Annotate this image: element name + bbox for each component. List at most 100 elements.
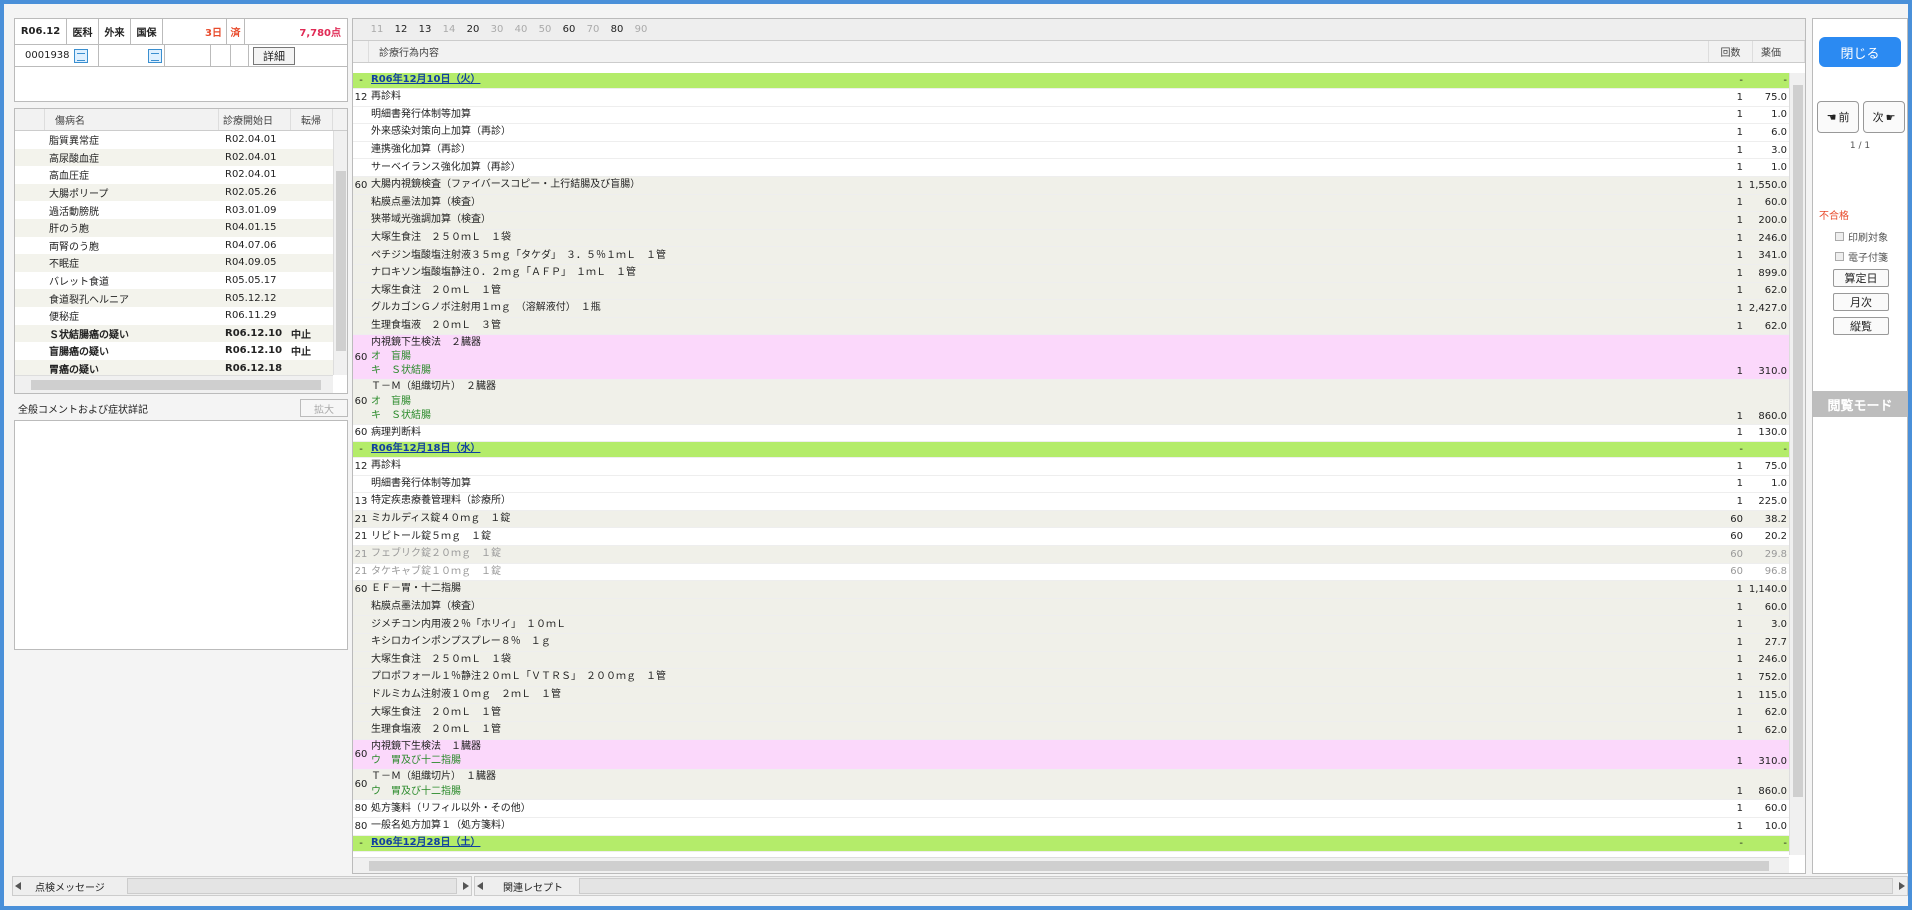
category-filter-12[interactable]: 12 (389, 24, 413, 35)
calc-date-button[interactable]: 算定日 (1833, 269, 1889, 287)
content-row[interactable]: ペチジン塩酸塩注射液３５ｍｇ「タケダ」 ３．５％１ｍＬ １管 1 341.0 (353, 247, 1789, 265)
content-row[interactable]: 大塚生食注 ２５０ｍＬ １袋 1 246.0 (353, 651, 1789, 670)
prev-button[interactable]: ☚ 前 (1817, 101, 1859, 133)
content-row[interactable]: ドルミカム注射液１０ｍｇ ２ｍＬ １管 1 115.0 (353, 686, 1789, 705)
date-row[interactable]: - R06年12月28日（土） - - (353, 835, 1789, 852)
disease-row[interactable]: 肝のう胞 R04.01.15 (15, 218, 333, 237)
disease-row[interactable]: 大腸ポリープ R02.05.26 (15, 183, 333, 202)
content-row[interactable]: 60 Ｔ－Ｍ（組織切片） ２臓器オ 盲腸キ Ｓ状結腸 1 860.0 (353, 379, 1789, 425)
content-row[interactable]: 12 再診料 1 75.0 (353, 458, 1789, 476)
scroll-right-icon[interactable] (461, 882, 471, 890)
disease-row[interactable]: 高尿酸血症 R02.04.01 (15, 148, 333, 167)
disease-row[interactable]: バレット食道 R05.05.17 (15, 272, 333, 290)
content-row[interactable]: 60 大腸内視鏡検査（ファイバースコピー・上行結腸及び盲腸） 1 1,550.0 (353, 176, 1789, 195)
content-row[interactable]: ジメチコン内用液２％「ホリイ」 １０ｍＬ 1 3.0 (353, 616, 1789, 635)
disease-row[interactable]: 脂質異常症 R02.04.01 (15, 131, 333, 149)
print-target-checkbox[interactable]: 印刷対象 (1835, 229, 1888, 244)
content-row[interactable]: キシロカインポンプスプレー８％ １ｇ 1 27.7 (353, 634, 1789, 652)
content-row[interactable]: 21 タケキャブ錠１０ｍｇ １錠 60 96.8 (353, 564, 1789, 582)
content-row[interactable]: 21 フェブリク錠２０ｍｇ １錠 60 29.8 (353, 546, 1789, 564)
disease-vertical-scrollbar[interactable] (333, 131, 347, 375)
category-filter-60[interactable]: 60 (557, 24, 581, 35)
row-value: 6.0 (1771, 126, 1787, 138)
disease-row[interactable]: Ｓ状結腸癌の疑い R06.12.10 中止 (15, 324, 333, 343)
scroll-left-icon[interactable] (13, 882, 23, 890)
content-row[interactable]: 生理食塩液 ２０ｍＬ ３管 1 62.0 (353, 317, 1789, 336)
date-row[interactable]: - R06年12月10日（火） - - (353, 73, 1789, 89)
content-row[interactable]: 明細書発行体制等加算 1 1.0 (353, 476, 1789, 494)
checkbox[interactable] (1835, 232, 1844, 241)
content-horizontal-scrollbar[interactable] (353, 857, 1789, 873)
document-icon[interactable] (73, 48, 88, 63)
scroll-right-icon[interactable] (1897, 882, 1907, 890)
content-row[interactable]: 21 ミカルディス錠４０ｍｇ １錠 60 38.2 (353, 510, 1789, 529)
detail-button[interactable]: 詳細 (253, 46, 295, 65)
content-row[interactable]: サーベイランス強化加算（再診） 1 1.0 (353, 159, 1789, 177)
content-row[interactable]: 大塚生食注 ２０ｍＬ １管 1 62.0 (353, 704, 1789, 722)
row-value: 130.0 (1758, 427, 1787, 439)
content-row[interactable]: 80 処方箋料（リフィル以外・その他） 1 60.0 (353, 800, 1789, 818)
category-filter-14[interactable]: 14 (437, 24, 461, 35)
scrollbar-thumb[interactable] (369, 861, 1769, 871)
row-value: 1,140.0 (1748, 584, 1787, 596)
scroll-left-icon[interactable] (475, 882, 485, 890)
scrollbar-thumb[interactable] (336, 171, 346, 351)
content-row[interactable]: 60 内視鏡下生検法 １臓器ウ 胃及び十二指腸 1 310.0 (353, 739, 1789, 770)
close-button[interactable]: 閉じる (1819, 37, 1901, 67)
disease-row[interactable]: 便秘症 R06.11.29 (15, 307, 333, 325)
category-filter-50[interactable]: 50 (533, 24, 557, 35)
comment-textarea[interactable] (14, 420, 348, 650)
content-row[interactable]: 粘膜点墨法加算（検査） 1 60.0 (353, 194, 1789, 213)
category-filter-20[interactable]: 20 (461, 24, 485, 35)
content-vertical-scrollbar[interactable] (1789, 73, 1805, 855)
content-row[interactable]: 大塚生食注 ２０ｍＬ １管 1 62.0 (353, 282, 1789, 301)
row-value: 29.8 (1764, 548, 1787, 560)
category-filter-30[interactable]: 30 (485, 24, 509, 35)
disease-row[interactable]: 両腎のう胞 R04.07.06 (15, 237, 333, 255)
category-filter-90[interactable]: 90 (629, 24, 653, 35)
disease-row[interactable]: 不眠症 R04.09.05 (15, 254, 333, 272)
scrollbar-thumb[interactable] (1793, 85, 1803, 797)
related-receipt-tab[interactable]: 関連レセプト (485, 879, 575, 894)
disease-row[interactable]: 胃癌の疑い R06.12.18 (15, 359, 333, 375)
check-message-tab[interactable]: 点検メッセージ (23, 879, 123, 894)
content-row[interactable]: 13 特定疾患療養管理料（診療所） 1 225.0 (353, 493, 1789, 511)
content-row[interactable]: 狭帯域光強調加算（検査） 1 200.0 (353, 212, 1789, 230)
content-row[interactable]: 粘膜点墨法加算（検査） 1 60.0 (353, 598, 1789, 617)
electronic-attach-checkbox[interactable]: 電子付箋 (1835, 249, 1888, 264)
category-filter-70[interactable]: 70 (581, 24, 605, 35)
content-row[interactable]: 12 再診料 1 75.0 (353, 89, 1789, 107)
document-icon[interactable] (148, 48, 162, 63)
content-row[interactable]: 60 ＥＦ－胃・十二指腸 1 1,140.0 (353, 581, 1789, 599)
next-button[interactable]: 次 ☛ (1863, 101, 1905, 133)
disease-row[interactable]: 盲腸癌の疑い R06.12.10 中止 (15, 342, 333, 360)
content-row[interactable]: プロポフォール１％静注２０ｍＬ「ＶＴＲＳ」 ２００ｍｇ １管 1 752.0 (353, 669, 1789, 687)
vertical-view-button[interactable]: 縦覧 (1833, 317, 1889, 335)
disease-row[interactable]: 高血圧症 R02.04.01 (15, 166, 333, 184)
content-row[interactable]: ナロキソン塩酸塩静注０．２ｍｇ「ＡＦＰ」 １ｍＬ １管 1 899.0 (353, 264, 1789, 283)
category-filter-40[interactable]: 40 (509, 24, 533, 35)
content-row[interactable]: 生理食塩液 ２０ｍＬ １管 1 62.0 (353, 722, 1789, 740)
category-filter-11[interactable]: 11 (365, 24, 389, 35)
content-row[interactable]: 外来感染対策向上加算（再診） 1 6.0 (353, 124, 1789, 142)
content-row[interactable]: 60 Ｔ－Ｍ（組織切片） １臓器ウ 胃及び十二指腸 1 860.0 (353, 769, 1789, 801)
content-row[interactable]: 連携強化加算（再診） 1 3.0 (353, 142, 1789, 160)
content-row[interactable]: 60 内視鏡下生検法 ２臓器オ 盲腸キ Ｓ状結腸 1 310.0 (353, 335, 1789, 380)
disease-row[interactable]: 食道裂孔ヘルニア R05.12.12 (15, 289, 333, 307)
content-row[interactable]: 大塚生食注 ２５０ｍＬ １袋 1 246.0 (353, 229, 1789, 248)
category-filter-80[interactable]: 80 (605, 24, 629, 35)
content-row[interactable]: 80 一般名処方加算１（処方箋料） 1 10.0 (353, 818, 1789, 836)
mode-label: 閲覧モード (1813, 391, 1907, 417)
scrollbar-thumb[interactable] (31, 380, 321, 390)
content-row[interactable]: グルカゴンＧノボ注射用１ｍｇ （溶解液付） １瓶 1 2,427.0 (353, 300, 1789, 318)
checkbox[interactable] (1835, 252, 1844, 261)
disease-horizontal-scrollbar[interactable] (15, 375, 333, 393)
expand-button[interactable]: 拡大 (300, 399, 348, 417)
disease-row[interactable]: 過活動膀胱 R03.01.09 (15, 201, 333, 219)
content-row[interactable]: 21 リピトール錠５ｍｇ １錠 60 20.2 (353, 528, 1789, 547)
monthly-button[interactable]: 月次 (1833, 293, 1889, 311)
date-row[interactable]: - R06年12月18日（水） - - (353, 442, 1789, 459)
category-filter-13[interactable]: 13 (413, 24, 437, 35)
content-row[interactable]: 60 病理判断料 1 130.0 (353, 425, 1789, 443)
content-row[interactable]: 明細書発行体制等加算 1 1.0 (353, 107, 1789, 125)
